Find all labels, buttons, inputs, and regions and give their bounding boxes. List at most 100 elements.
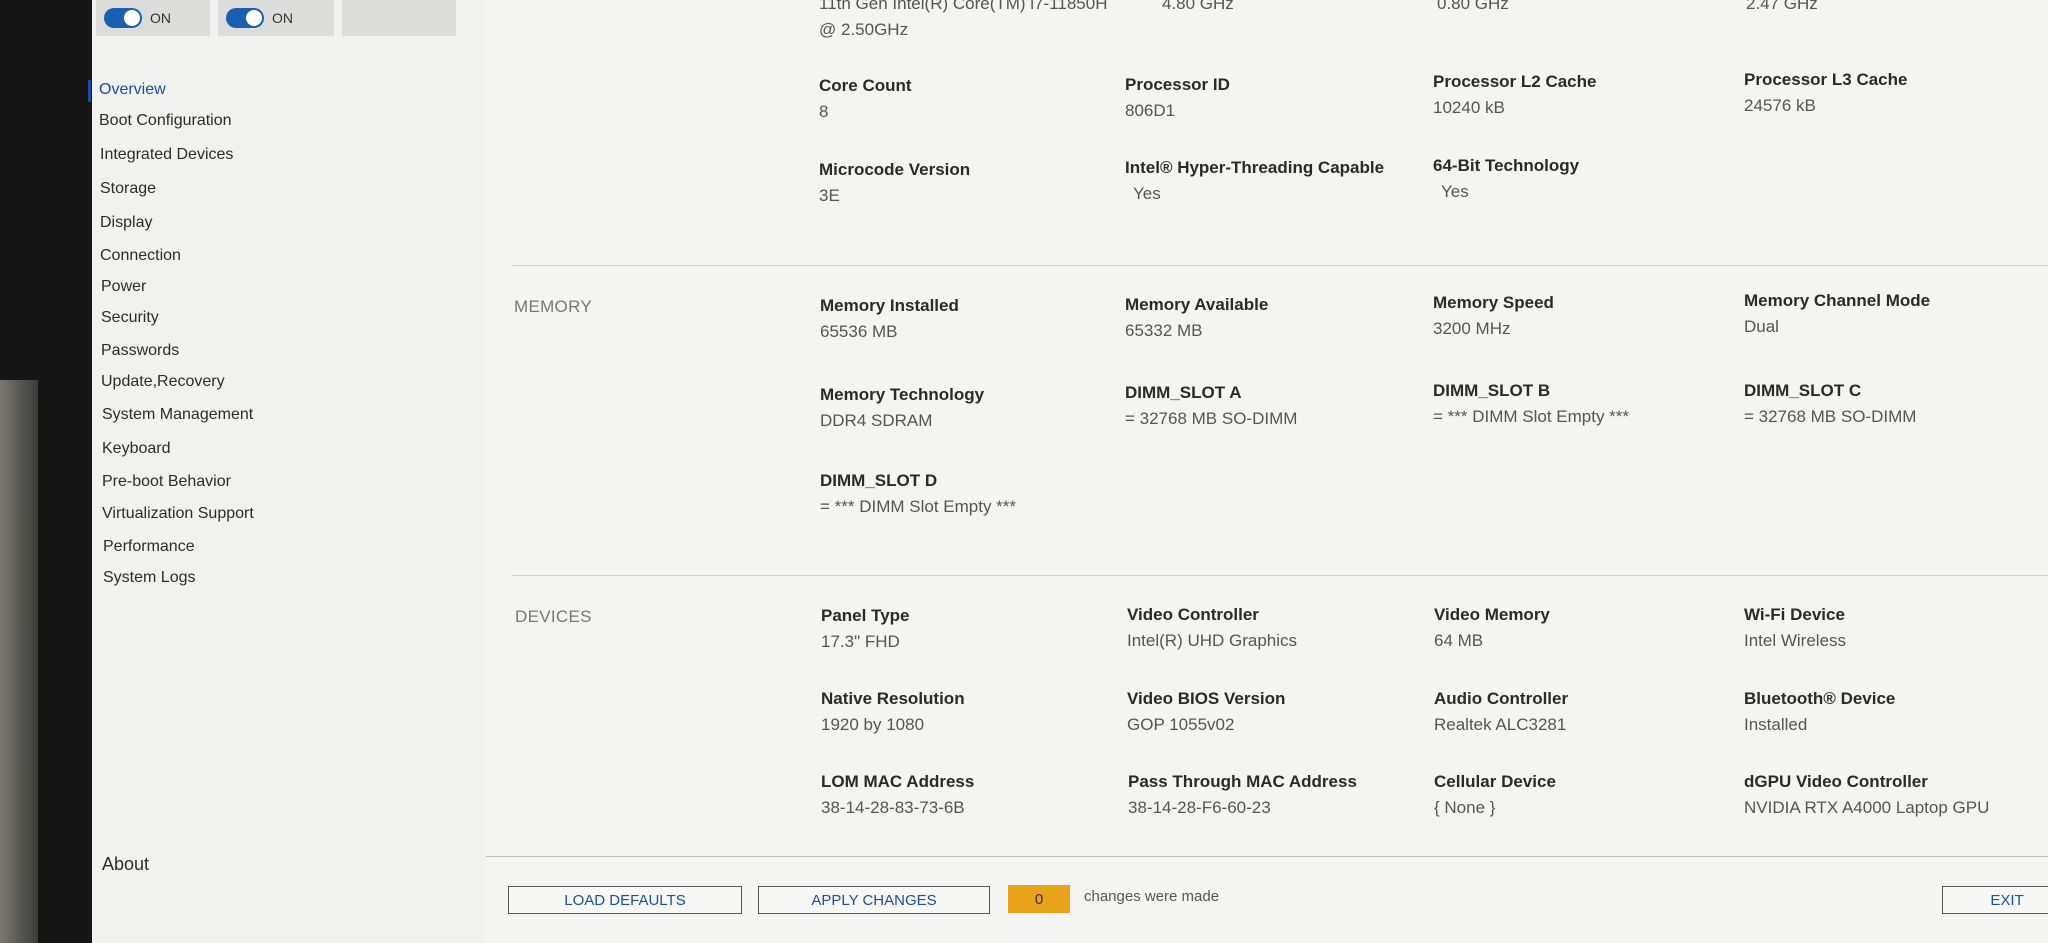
sidebar-item-update-recovery[interactable]: Update,Recovery — [101, 373, 225, 391]
field-value: 8 — [819, 102, 829, 121]
field-value: 24576 kB — [1744, 96, 1816, 115]
field-value: DDR4 SDRAM — [820, 411, 933, 430]
field-value: Intel(R) UHD Graphics — [1127, 631, 1298, 650]
toggle-box-2[interactable]: ON — [218, 0, 334, 36]
field-wifi-device: Wi-Fi Device Intel Wireless — [1744, 605, 2044, 651]
exit-button[interactable]: EXIT — [1942, 886, 2048, 914]
field-value: 64 MB — [1434, 631, 1484, 650]
field-native-resolution: Native Resolution 1920 by 1080 — [821, 689, 1121, 735]
field-video-bios-version: Video BIOS Version GOP 1055v02 — [1127, 689, 1427, 735]
field-label: dGPU Video Controller — [1744, 772, 1928, 791]
toggle-switch-1[interactable] — [104, 8, 142, 28]
sidebar-item-system-management[interactable]: System Management — [102, 406, 253, 424]
toggle-knob-icon — [124, 10, 140, 26]
field-label: Processor ID — [1125, 75, 1230, 94]
field-label: Memory Speed — [1433, 293, 1554, 312]
field-label: Panel Type — [821, 606, 910, 625]
field-label: DIMM_SLOT C — [1744, 381, 1862, 400]
field-core-count: Core Count 8 — [819, 76, 1119, 122]
min-clock-speed-value: 0.80 GHz — [1437, 0, 1509, 13]
toggle-knob-icon — [246, 10, 262, 26]
field-value: { None } — [1434, 798, 1496, 817]
toggle-switch-2[interactable] — [226, 8, 264, 28]
field-value: GOP 1055v02 — [1127, 715, 1235, 734]
sidebar-item-connection[interactable]: Connection — [100, 247, 181, 265]
sidebar-item-integrated-devices[interactable]: Integrated Devices — [100, 146, 233, 164]
sidebar-item-system-logs[interactable]: System Logs — [103, 569, 195, 587]
processor-speed-value: @ 2.50GHz — [819, 20, 909, 39]
sidebar-item-performance[interactable]: Performance — [103, 538, 195, 556]
sidebar-item-storage[interactable]: Storage — [100, 180, 156, 198]
field-value: 17.3" FHD — [821, 632, 900, 651]
sidebar-item-boot-configuration[interactable]: Boot Configuration — [99, 112, 232, 130]
section-title-devices: DEVICES — [515, 607, 592, 626]
sidebar-item-display[interactable]: Display — [100, 214, 152, 232]
field-label: Native Resolution — [821, 689, 965, 708]
field-label: Intel® Hyper-Threading Capable — [1125, 158, 1385, 177]
field-label: Audio Controller — [1434, 689, 1569, 708]
field-memory-technology: Memory Technology DDR4 SDRAM — [820, 385, 1120, 431]
field-label: Processor L3 Cache — [1744, 70, 1908, 89]
field-dimm-slot-d: DIMM_SLOT D = *** DIMM Slot Empty *** — [820, 471, 1120, 517]
field-label: DIMM_SLOT D — [820, 471, 938, 490]
sidebar-item-security[interactable]: Security — [101, 309, 159, 327]
field-value: NVIDIA RTX A4000 Laptop GPU — [1744, 798, 1990, 817]
field-value: 65536 MB — [820, 322, 898, 341]
field-value: Yes — [1133, 184, 1161, 203]
field-cellular-device: Cellular Device { None } — [1434, 772, 1734, 818]
field-label: Video BIOS Version — [1127, 689, 1286, 708]
changes-status-text: changes were made — [1084, 888, 1220, 905]
field-label: Core Count — [819, 76, 912, 95]
sidebar — [92, 0, 486, 943]
field-microcode-version: Microcode Version 3E — [819, 160, 1119, 206]
field-label: Microcode Version — [819, 160, 971, 179]
field-value: 3E — [819, 186, 840, 205]
sidebar-item-overview[interactable]: Overview — [99, 81, 166, 99]
apply-changes-button[interactable]: APPLY CHANGES — [758, 886, 990, 914]
field-value: 65332 MB — [1125, 321, 1203, 340]
toggle-box-1[interactable]: ON — [96, 0, 210, 36]
field-dgpu-video-controller: dGPU Video Controller NVIDIA RTX A4000 L… — [1744, 772, 2044, 818]
field-value: = *** DIMM Slot Empty *** — [1433, 407, 1630, 426]
field-label: Bluetooth® Device — [1744, 689, 1896, 708]
field-value: Realtek ALC3281 — [1434, 715, 1567, 734]
field-video-memory: Video Memory 64 MB — [1434, 605, 1734, 651]
field-video-controller: Video Controller Intel(R) UHD Graphics — [1127, 605, 1427, 651]
field-dimm-slot-b: DIMM_SLOT B = *** DIMM Slot Empty *** — [1433, 381, 1733, 427]
field-value: = 32768 MB SO-DIMM — [1744, 407, 1917, 426]
field-memory-installed: Memory Installed 65536 MB — [820, 296, 1120, 342]
field-processor-l3-cache: Processor L3 Cache 24576 kB — [1744, 70, 2044, 116]
field-processor-l2-cache: Processor L2 Cache 10240 kB — [1433, 72, 1733, 118]
sidebar-item-about[interactable]: About — [102, 854, 149, 875]
field-value: 3200 MHz — [1433, 319, 1511, 338]
field-bluetooth-device: Bluetooth® Device Installed — [1744, 689, 2044, 735]
field-memory-speed: Memory Speed 3200 MHz — [1433, 293, 1733, 339]
field-value: Dual — [1744, 317, 1779, 336]
field-label: DIMM_SLOT B — [1433, 381, 1551, 400]
sidebar-item-virtualization-support[interactable]: Virtualization Support — [102, 505, 254, 523]
field-label: Video Memory — [1434, 605, 1550, 624]
sidebar-item-pre-boot-behavior[interactable]: Pre-boot Behavior — [102, 473, 231, 491]
footer-divider — [486, 856, 2048, 857]
field-value: Yes — [1441, 182, 1469, 201]
bezel-edge — [0, 380, 38, 943]
sidebar-item-passwords[interactable]: Passwords — [101, 342, 179, 360]
field-dimm-slot-a: DIMM_SLOT A = 32768 MB SO-DIMM — [1125, 383, 1425, 429]
toggle-box-3[interactable] — [342, 0, 456, 36]
section-title-memory: MEMORY — [514, 297, 592, 316]
field-64-bit-technology: 64-Bit Technology Yes — [1433, 156, 1733, 202]
active-nav-marker — [88, 80, 91, 102]
field-audio-controller: Audio Controller Realtek ALC3281 — [1434, 689, 1734, 735]
sidebar-item-keyboard[interactable]: Keyboard — [102, 440, 171, 458]
field-value: = *** DIMM Slot Empty *** — [820, 497, 1017, 516]
field-value: Installed — [1744, 715, 1808, 734]
field-label: Memory Channel Mode — [1744, 291, 1931, 310]
load-defaults-button[interactable]: LOAD DEFAULTS — [508, 886, 742, 914]
field-label: Processor L2 Cache — [1433, 72, 1597, 91]
changes-count-badge: 0 — [1008, 885, 1070, 913]
sidebar-item-power[interactable]: Power — [101, 278, 146, 296]
field-value: 1920 by 1080 — [821, 715, 925, 734]
field-value: 38-14-28-83-73-6B — [821, 798, 965, 817]
field-dimm-slot-c: DIMM_SLOT C = 32768 MB SO-DIMM — [1744, 381, 2044, 427]
max-clock-speed-value: 4.80 GHz — [1162, 0, 1234, 13]
